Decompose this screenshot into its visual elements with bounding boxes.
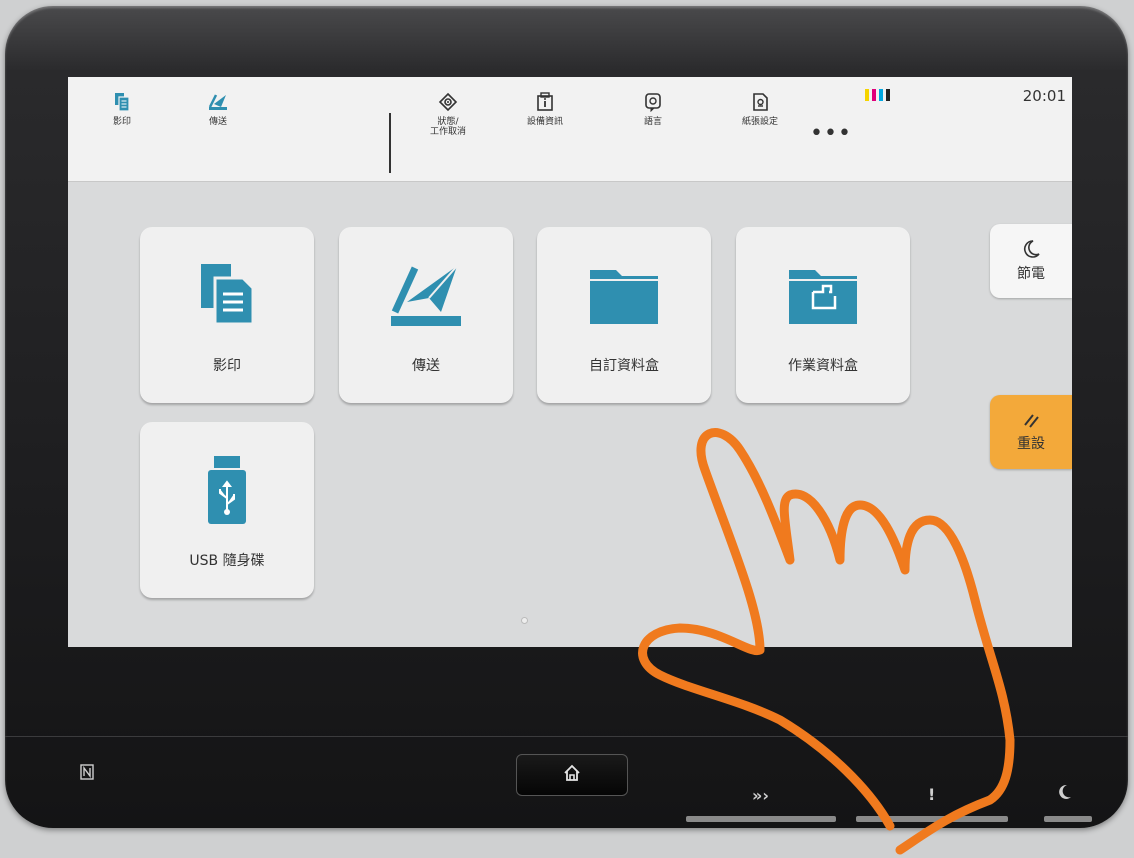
processing-led-bar: [686, 816, 836, 822]
device-info-icon: [534, 91, 556, 113]
status-eye-icon: [437, 91, 459, 113]
job-box-folder-icon: [783, 255, 863, 335]
tile-copy-label: 影印: [213, 358, 241, 374]
power-save-label: 節電: [1017, 266, 1045, 282]
toner-yellow: [865, 89, 869, 101]
reset-button[interactable]: 重設: [990, 395, 1072, 469]
clock: 20:01: [1022, 87, 1066, 105]
home-icon: [562, 763, 582, 787]
topbar-copy-label: 影印: [112, 117, 131, 127]
home-button[interactable]: [516, 754, 628, 796]
copy-icon: [187, 255, 267, 335]
topbar-device-info-button[interactable]: 設備資訊: [505, 91, 585, 127]
moon-icon[interactable]: [1058, 784, 1072, 804]
toner-cyan: [879, 89, 883, 101]
attention-led-bar: [856, 816, 1008, 822]
topbar-send-label: 傳送: [208, 117, 227, 127]
tile-send-label: 傳送: [412, 358, 440, 374]
topbar-language-label: 語言: [643, 117, 662, 127]
reset-label: 重設: [1017, 436, 1045, 452]
moon-icon: [1021, 239, 1041, 263]
toner-black: [886, 89, 890, 101]
toner-level-indicator: [865, 89, 890, 101]
topbar-paper-settings-label: 紙張設定: [741, 117, 778, 127]
send-icon: [386, 255, 466, 335]
tile-job-box-label: 作業資料盒: [788, 358, 858, 374]
toner-magenta: [872, 89, 876, 101]
topbar-copy-button[interactable]: 影印: [82, 91, 162, 127]
send-icon: [207, 91, 229, 113]
tile-job-box[interactable]: 作業資料盒: [736, 227, 910, 403]
bezel-divider: [5, 736, 1128, 737]
copy-icon: [111, 91, 133, 113]
topbar-separator: [389, 113, 391, 173]
language-icon: [642, 91, 664, 113]
tile-usb-drive-label: USB 隨身碟: [189, 553, 265, 569]
tile-usb-drive[interactable]: USB 隨身碟: [140, 422, 314, 598]
tile-send[interactable]: 傳送: [339, 227, 513, 403]
more-menu-button[interactable]: •••: [810, 123, 852, 145]
reset-icon: [1021, 411, 1041, 433]
topbar-device-info-label: 設備資訊: [526, 117, 563, 127]
power-save-button[interactable]: 節電: [990, 224, 1072, 298]
usb-drive-icon: [187, 450, 267, 530]
sleep-led-bar: [1044, 816, 1092, 822]
topbar-status-label: 狀態/ 工作取消: [429, 117, 466, 138]
topbar-send-button[interactable]: 傳送: [178, 91, 258, 127]
tile-custom-box-label: 自訂資料盒: [589, 358, 659, 374]
folder-icon: [584, 255, 664, 335]
topbar-status-button[interactable]: 狀態/ 工作取消: [408, 91, 488, 138]
top-bar: 影印 傳送 狀態/ 工作取消 設備資訊 語言 紙張設定 ••• 20:01: [68, 77, 1072, 182]
topbar-language-button[interactable]: 語言: [613, 91, 693, 127]
touch-screen: 影印 傳送 狀態/ 工作取消 設備資訊 語言 紙張設定 ••• 20:01 影印…: [68, 77, 1072, 647]
page-indicator-dot: [521, 617, 528, 624]
paper-settings-icon: [749, 91, 771, 113]
tile-custom-box[interactable]: 自訂資料盒: [537, 227, 711, 403]
attention-indicator: !: [928, 785, 936, 804]
tile-copy[interactable]: 影印: [140, 227, 314, 403]
nfc-icon: [80, 764, 94, 780]
topbar-paper-settings-button[interactable]: 紙張設定: [720, 91, 800, 127]
processing-icon: »›: [752, 786, 769, 805]
